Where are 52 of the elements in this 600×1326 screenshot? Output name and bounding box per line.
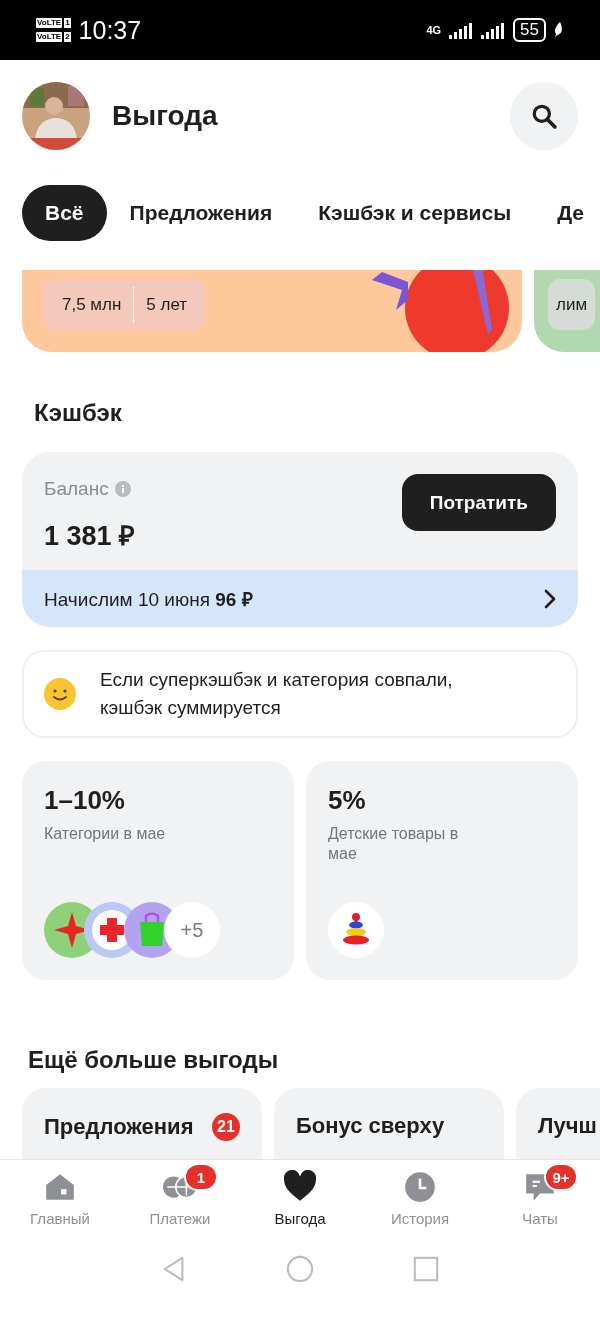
benefit-card-title: Лучш xyxy=(538,1113,597,1139)
benefit-card[interactable]: Лучш xyxy=(516,1088,600,1159)
chevron-right-icon xyxy=(544,588,556,609)
section-heading: Ещё больше выгоды xyxy=(28,1045,280,1075)
promo-banner[interactable]: лим xyxy=(534,270,600,352)
home-button[interactable] xyxy=(286,1255,314,1283)
offer-percent: 5% xyxy=(328,785,367,816)
page-title: Выгода xyxy=(112,100,218,132)
offer-card[interactable]: 1–10% Категории в мае +5 xyxy=(22,761,294,980)
nav-tab[interactable]: Выгода xyxy=(240,1160,360,1237)
count-badge: 1 xyxy=(184,1163,218,1191)
benefit-card[interactable]: Бонус сверху xyxy=(274,1088,504,1159)
benefit-card-title: Бонус сверху xyxy=(296,1113,445,1139)
signal-icon xyxy=(449,21,474,39)
balance-amount: 1 381 ₽ xyxy=(44,520,136,553)
clock-icon xyxy=(403,1170,437,1204)
category-tab[interactable]: Де xyxy=(534,185,600,241)
sim-indicator: VoLTE 2 xyxy=(36,32,71,42)
pyramid-toy-icon xyxy=(328,902,384,958)
accrual-bar[interactable]: Начислим 10 июня 96 ₽ xyxy=(22,570,578,627)
nav-tab[interactable]: 1 Платежи xyxy=(120,1160,240,1237)
count-badge: 9+ xyxy=(544,1163,578,1191)
category-tab[interactable]: Всё xyxy=(22,185,107,241)
accrual-text: Начислим 10 июня 96 ₽ xyxy=(44,587,253,612)
smiley-icon xyxy=(44,678,76,710)
status-time: 10:37 xyxy=(78,15,142,45)
promo-banner[interactable]: 7,5 млн 5 лет xyxy=(22,270,522,352)
banner-chip: 7,5 млн 5 лет xyxy=(44,279,206,330)
offer-card[interactable]: 5% Детские товары в мае xyxy=(306,761,578,980)
category-tab[interactable]: Предложения xyxy=(106,185,296,241)
section-heading: Кэшбэк xyxy=(34,398,123,428)
search-icon xyxy=(531,103,557,129)
balance-label: Баланс xyxy=(44,478,109,500)
spend-button[interactable]: Потратить xyxy=(401,474,556,531)
signal-icon xyxy=(481,21,506,39)
more-count: +5 xyxy=(164,902,220,958)
offer-percent: 1–10% xyxy=(44,785,126,816)
nav-tab[interactable]: 9+ Чаты xyxy=(480,1160,600,1237)
sim-indicator: VoLTE 1 xyxy=(36,18,71,28)
recents-button[interactable] xyxy=(412,1255,440,1283)
benefit-card-title: Предложения xyxy=(44,1114,194,1140)
battery-indicator: 55 xyxy=(513,18,546,42)
tip-text: Если суперкэшбэк и категория совпали, кэшбэк суммируется xyxy=(100,668,454,720)
offer-caption: Категории в мае xyxy=(44,824,167,844)
banner-chip: лим xyxy=(548,279,596,330)
category-tab[interactable]: Кэшбэк и сервисы xyxy=(295,185,535,241)
benefit-card[interactable]: Предложения 21 xyxy=(22,1088,262,1159)
info-icon[interactable] xyxy=(114,481,131,497)
count-badge: 21 xyxy=(212,1113,240,1141)
leaf-icon xyxy=(554,22,564,38)
network-type: 4G xyxy=(426,24,442,36)
offer-caption: Детские товары в мае xyxy=(328,824,460,864)
